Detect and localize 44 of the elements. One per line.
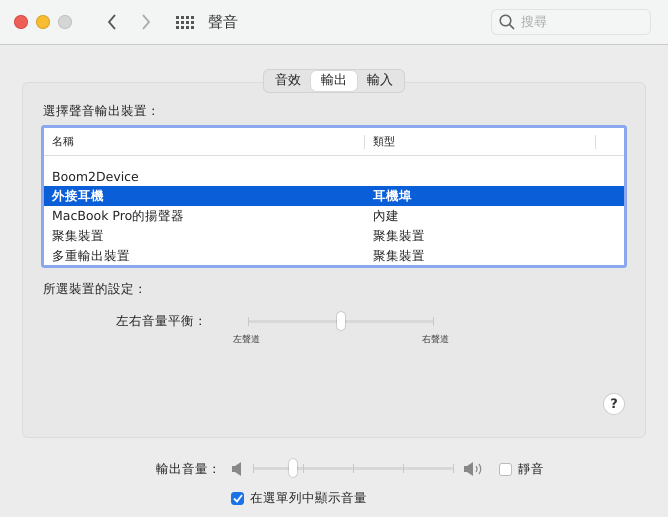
table-row[interactable]: 外接耳機 耳機埠: [44, 186, 624, 206]
volume-slider[interactable]: [253, 460, 453, 478]
tab[interactable]: 輸入: [357, 71, 403, 91]
close-button[interactable]: [14, 15, 28, 29]
table-cell-text: 耳機埠: [372, 188, 412, 204]
mute-checkbox[interactable]: [499, 462, 512, 476]
column-header[interactable]: 類型: [364, 134, 596, 148]
scale-label: 右聲道: [422, 334, 449, 346]
zoom-button[interactable]: [58, 15, 72, 29]
table-row[interactable]: 多重輸出裝置 聚集裝置: [44, 246, 624, 265]
back-icon[interactable]: [106, 13, 118, 31]
table-cell-text: 外接耳機: [50, 188, 105, 204]
help-button[interactable]: ?: [603, 393, 625, 415]
minimize-button[interactable]: [36, 15, 50, 29]
scale-label: 左聲道: [233, 334, 260, 346]
slider-thumb[interactable]: [289, 459, 297, 477]
table-row[interactable]: MacBook Pro的揚聲器 內建: [44, 206, 624, 226]
checkmark-icon: [232, 494, 242, 503]
checkbox-label: 在選單列中顯示音量: [250, 490, 367, 507]
window-title: 聲音: [208, 12, 238, 32]
tab[interactable]: 輸出: [311, 71, 357, 91]
section-heading: 選擇聲音輸出裝置：: [43, 103, 161, 120]
section-heading: 所選裝置的設定：: [43, 281, 148, 298]
column-header[interactable]: 名稱: [44, 134, 365, 148]
table-cell-text: MacBook Pro的揚聲器: [51, 208, 186, 224]
slider-label: 左右音量平衡：: [116, 313, 207, 330]
search-field[interactable]: 搜尋: [491, 9, 651, 35]
table-cell-text: 聚集裝置: [372, 228, 425, 244]
forward-icon[interactable]: [140, 13, 152, 31]
table-cell-text: Boom2Device: [51, 168, 140, 184]
speaker-icon: [231, 462, 243, 476]
show-volume-checkbox[interactable]: [231, 492, 244, 505]
table-row[interactable]: Boom2Device: [44, 166, 624, 186]
slider-label: 輸出音量：: [156, 460, 221, 478]
table-cell-text: 聚集裝置: [372, 248, 425, 264]
table-cell-text: 聚集裝置: [51, 228, 105, 244]
grid-icon[interactable]: [176, 16, 194, 28]
balance-slider[interactable]: [248, 313, 434, 331]
table-row[interactable]: 聚集裝置 聚集裝置: [44, 226, 624, 246]
table-cell-text: 多重輸出裝置: [51, 248, 131, 264]
table-cell-text: 內建: [372, 208, 399, 224]
slider-thumb[interactable]: [337, 312, 345, 330]
checkbox-label: 靜音: [518, 460, 544, 478]
tab[interactable]: 音效: [265, 71, 311, 91]
